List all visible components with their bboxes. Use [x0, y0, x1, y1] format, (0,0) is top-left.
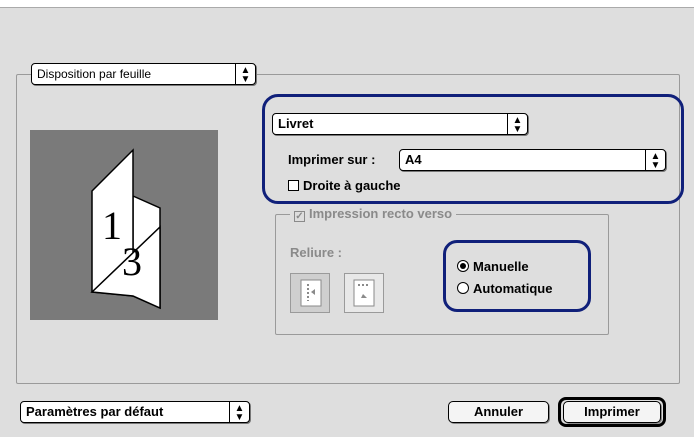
- duplex-mode-highlight: [443, 240, 591, 312]
- binding-top-icon: [353, 279, 375, 307]
- radio-manual-label: Manuelle: [473, 259, 529, 274]
- layout-type-popup[interactable]: Livret ▲ ▼: [272, 113, 528, 135]
- print-on-label: Imprimer sur :: [288, 152, 376, 167]
- paper-size-popup[interactable]: A4 ▲ ▼: [399, 149, 666, 171]
- panel-selector-value: Disposition par feuille: [37, 67, 152, 81]
- paper-size-value: A4: [405, 152, 422, 167]
- popup-arrows-icon: ▲ ▼: [235, 64, 255, 84]
- check-icon: ✓: [294, 211, 305, 222]
- radio-manual[interactable]: Manuelle: [457, 259, 529, 274]
- print-label: Imprimer: [584, 404, 640, 419]
- binding-left-icon: [300, 279, 322, 307]
- page-number-back: 3: [122, 239, 142, 284]
- checkbox-box: [288, 180, 299, 191]
- popup-arrows-icon: ▲ ▼: [229, 402, 249, 422]
- presets-value: Paramètres par défaut: [26, 404, 164, 419]
- title-strip: [0, 0, 694, 8]
- cancel-button[interactable]: Annuler: [448, 401, 549, 423]
- binding-left-button[interactable]: [290, 273, 330, 313]
- radio-empty-icon: [457, 282, 469, 294]
- right-to-left-checkbox[interactable]: Droite à gauche: [288, 178, 401, 193]
- radio-automatic-label: Automatique: [473, 281, 553, 296]
- cancel-label: Annuler: [473, 404, 524, 419]
- binding-label: Reliure :: [290, 245, 343, 260]
- panel-selector-popup[interactable]: Disposition par feuille ▲ ▼: [31, 63, 256, 85]
- popup-arrows-icon: ▲ ▼: [507, 114, 527, 134]
- duplex-checkbox[interactable]: ✓ Impression recto verso: [290, 206, 457, 222]
- radio-automatic[interactable]: Automatique: [457, 281, 552, 296]
- booklet-icon: [90, 148, 161, 310]
- duplex-label: Impression recto verso: [309, 206, 453, 221]
- layout-type-value: Livret: [278, 116, 314, 131]
- booklet-preview: 1 3: [30, 130, 218, 320]
- presets-popup[interactable]: Paramètres par défaut ▲ ▼: [20, 401, 250, 423]
- radio-selected-icon: [457, 260, 469, 272]
- print-button[interactable]: Imprimer: [563, 401, 661, 423]
- popup-arrows-icon: ▲ ▼: [645, 150, 665, 170]
- page-number-front: 1: [102, 203, 122, 248]
- binding-top-button[interactable]: [344, 273, 384, 313]
- right-to-left-label: Droite à gauche: [303, 178, 401, 193]
